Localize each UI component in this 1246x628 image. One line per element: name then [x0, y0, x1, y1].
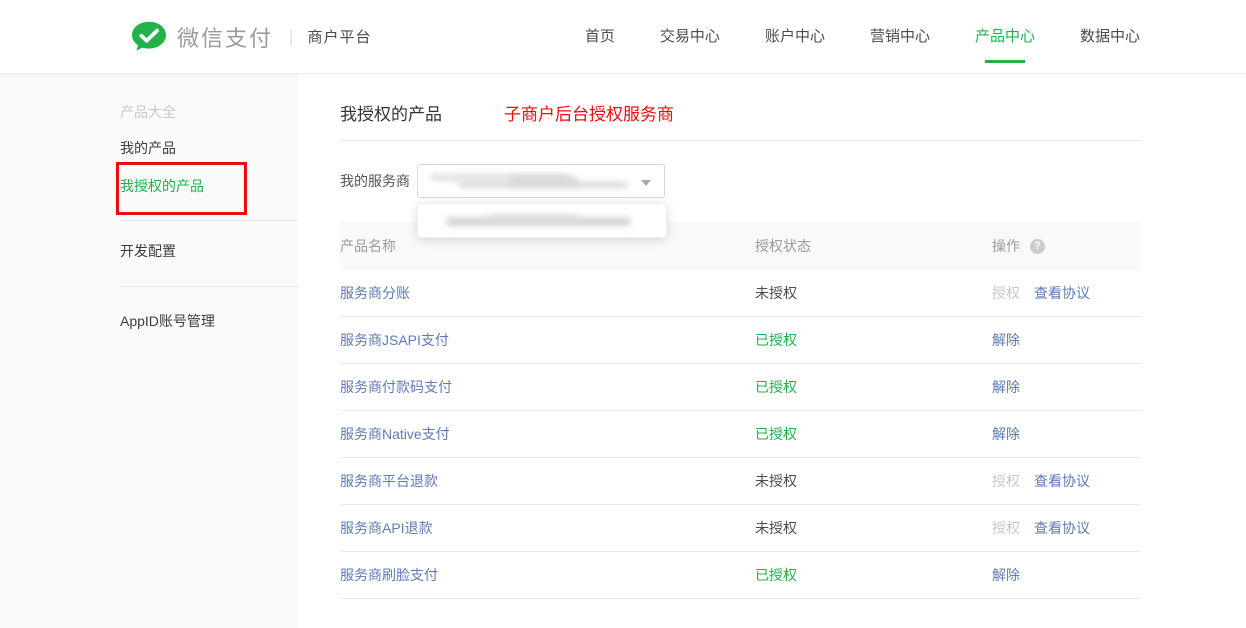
redacted-provider-option [488, 214, 578, 221]
nav-item-account-center[interactable]: 账户中心 [765, 0, 825, 74]
redacted-provider-value [508, 176, 578, 185]
table-row: 服务商刷脸支付 已授权 解除 [340, 552, 1141, 599]
table-row: 服务商付款码支付 已授权 解除 [340, 364, 1141, 411]
table-row: 服务商Native支付 已授权 解除 [340, 411, 1141, 458]
view-agreement-action[interactable]: 查看协议 [1034, 518, 1090, 538]
column-header-actions: 操作 [992, 236, 1020, 256]
status-text: 已授权 [755, 332, 797, 348]
status-text: 已授权 [755, 379, 797, 395]
sidebar-section-title: 产品大全 [120, 105, 298, 119]
status-text: 未授权 [755, 520, 797, 536]
title-divider [340, 140, 1141, 141]
sidebar-divider [120, 286, 298, 287]
chevron-down-icon [641, 180, 651, 186]
top-header: 微信支付 | 商户平台 首页 交易中心 账户中心 营销中心 产品中心 数据中心 [0, 0, 1246, 74]
product-link[interactable]: 服务商分账 [340, 285, 410, 301]
platform-name: 商户平台 [307, 26, 371, 47]
authorize-action: 授权 [992, 471, 1020, 491]
provider-dropdown-panel[interactable] [417, 203, 667, 238]
product-link[interactable]: 服务商平台退款 [340, 473, 438, 489]
table-row: 服务商API退款 未授权 授权查看协议 [340, 505, 1141, 552]
help-icon[interactable]: ? [1030, 239, 1045, 254]
brand-name: 微信支付 [177, 21, 273, 53]
sidebar: 产品大全 我的产品 我授权的产品 开发配置 AppID账号管理 [0, 74, 298, 628]
authorize-action: 授权 [992, 283, 1020, 303]
table-row: 服务商JSAPI支付 已授权 解除 [340, 317, 1141, 364]
nav-item-data-center[interactable]: 数据中心 [1080, 0, 1140, 74]
provider-form-row: 我的服务商 [340, 164, 1141, 198]
status-text: 未授权 [755, 285, 797, 301]
page-title: 我授权的产品 [340, 105, 442, 125]
nav-item-home[interactable]: 首页 [585, 0, 615, 74]
sidebar-item-dev-config[interactable]: 开发配置 [120, 244, 298, 258]
table-row: 服务商分账 未授权 授权查看协议 [340, 270, 1141, 317]
nav-item-transaction-center[interactable]: 交易中心 [660, 0, 720, 74]
action-cell: 授权查看协议 [992, 471, 1141, 491]
product-link[interactable]: 服务商API退款 [340, 520, 433, 536]
status-text: 未授权 [755, 473, 797, 489]
product-link[interactable]: 服务商刷脸支付 [340, 567, 438, 583]
revoke-action[interactable]: 解除 [992, 565, 1020, 585]
products-table: 产品名称 授权状态 操作 ? 服务商分账 未授权 授权查看协议 服务商JSAPI… [340, 222, 1141, 599]
nav-item-product-center[interactable]: 产品中心 [975, 0, 1035, 74]
view-agreement-action[interactable]: 查看协议 [1034, 471, 1090, 491]
product-link[interactable]: 服务商Native支付 [340, 426, 450, 442]
brand: 微信支付 | 商户平台 [130, 20, 371, 54]
main-content: 我授权的产品 子商户后台授权服务商 我的服务商 产品名称 授权状态 操作 [298, 74, 1246, 628]
provider-label: 我的服务商 [340, 171, 410, 191]
annotation-text: 子商户后台授权服务商 [504, 105, 674, 125]
sidebar-item-appid-management[interactable]: AppID账号管理 [120, 314, 298, 328]
table-body: 服务商分账 未授权 授权查看协议 服务商JSAPI支付 已授权 解除 服务商付款… [340, 270, 1141, 599]
sidebar-item-my-authorized-products[interactable]: 我授权的产品 [120, 179, 298, 193]
table-row: 服务商平台退款 未授权 授权查看协议 [340, 458, 1141, 505]
column-header-auth-status: 授权状态 [755, 236, 992, 256]
provider-select[interactable] [417, 164, 665, 198]
wechat-pay-logo-icon [130, 20, 168, 54]
action-cell: 解除 [992, 424, 1141, 444]
authorize-action: 授权 [992, 518, 1020, 538]
revoke-action[interactable]: 解除 [992, 377, 1020, 397]
sidebar-divider [120, 220, 298, 221]
brand-separator: | [289, 27, 293, 47]
product-link[interactable]: 服务商付款码支付 [340, 379, 452, 395]
action-cell: 解除 [992, 377, 1141, 397]
product-link[interactable]: 服务商JSAPI支付 [340, 332, 449, 348]
action-cell: 解除 [992, 330, 1141, 350]
action-cell: 解除 [992, 565, 1141, 585]
action-cell: 授权查看协议 [992, 518, 1141, 538]
top-nav: 首页 交易中心 账户中心 营销中心 产品中心 数据中心 [585, 0, 1140, 74]
action-cell: 授权查看协议 [992, 283, 1141, 303]
nav-item-marketing-center[interactable]: 营销中心 [870, 0, 930, 74]
revoke-action[interactable]: 解除 [992, 330, 1020, 350]
status-text: 已授权 [755, 426, 797, 442]
column-header-product-name: 产品名称 [340, 236, 755, 256]
revoke-action[interactable]: 解除 [992, 424, 1020, 444]
status-text: 已授权 [755, 567, 797, 583]
view-agreement-action[interactable]: 查看协议 [1034, 283, 1090, 303]
sidebar-item-my-products[interactable]: 我的产品 [120, 141, 298, 155]
